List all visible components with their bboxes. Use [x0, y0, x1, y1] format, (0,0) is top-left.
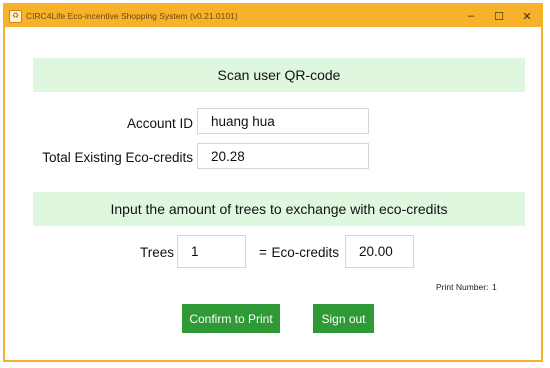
window-title: CIRC4Life Eco-incentive Shopping System … [26, 11, 238, 21]
window-controls: – ☐ ✕ [457, 5, 541, 27]
print-number-value: 1 [492, 282, 497, 292]
minimize-icon[interactable]: – [457, 5, 485, 27]
app-window: ♻ CIRC4Life Eco-incentive Shopping Syste… [3, 3, 543, 362]
confirm-print-button[interactable]: Confirm to Print [182, 304, 280, 333]
maximize-icon[interactable]: ☐ [485, 5, 513, 27]
close-icon[interactable]: ✕ [513, 5, 541, 27]
exchange-heading: Input the amount of trees to exchange wi… [33, 192, 525, 226]
title-bar[interactable]: ♻ CIRC4Life Eco-incentive Shopping Syste… [5, 5, 541, 27]
account-id-label: Account ID [126, 116, 193, 131]
equals-sign: = [259, 245, 267, 260]
sign-out-button[interactable]: Sign out [313, 304, 374, 333]
app-icon: ♻ [9, 9, 22, 23]
eco-credits-exchange-label: Eco-credits [271, 245, 339, 260]
trees-input[interactable]: 1 [177, 235, 246, 268]
eco-credits-label: Total Existing Eco-credits [42, 150, 193, 165]
trees-label: Trees [139, 245, 174, 260]
account-id-field[interactable]: huang hua [197, 108, 369, 134]
eco-credits-input[interactable]: 20.00 [345, 235, 414, 268]
eco-credits-field[interactable]: 20.28 [197, 143, 369, 169]
print-number-label: Print Number: [436, 282, 489, 292]
scan-qr-heading: Scan user QR-code [33, 58, 525, 92]
